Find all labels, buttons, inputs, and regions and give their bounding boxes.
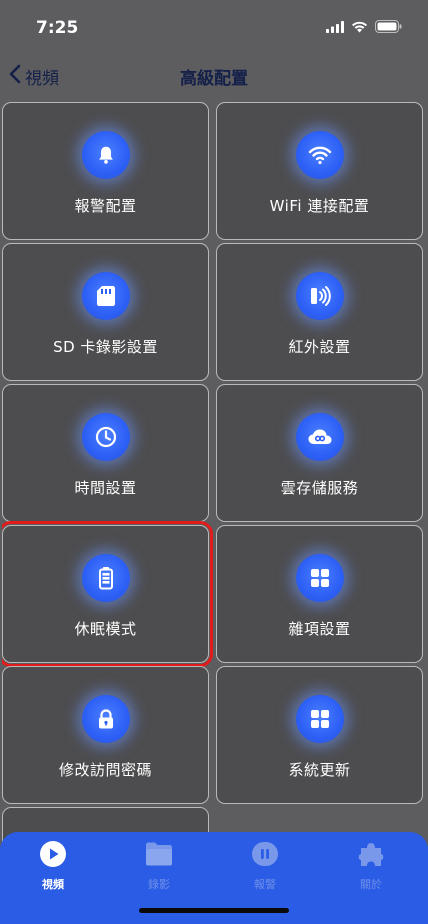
- tab-alarm[interactable]: 報警: [235, 840, 295, 896]
- status-time: 7:25: [36, 18, 79, 38]
- tab-video[interactable]: 視頻: [23, 840, 83, 896]
- infrared-icon: [295, 272, 344, 320]
- puzzle-icon: [357, 840, 385, 872]
- clock-icon: [81, 413, 130, 461]
- cloud-icon: [295, 413, 344, 461]
- tile-change-password[interactable]: 修改訪問密碼: [2, 666, 209, 804]
- cellular-signal-icon: [326, 18, 344, 37]
- tab-label: 錄影: [148, 878, 170, 891]
- tile-label: WiFi 連接配置: [269, 197, 370, 215]
- grid-icon: [295, 554, 344, 602]
- wifi-icon: [295, 131, 344, 179]
- wifi-status-icon: [351, 18, 368, 37]
- tile-label: 系統更新: [288, 761, 351, 779]
- tab-about[interactable]: 關於: [341, 840, 401, 896]
- tile-sleep-mode[interactable]: 休眠模式: [2, 521, 213, 667]
- lock-icon: [81, 695, 130, 743]
- page-title: 高級配置: [180, 69, 248, 89]
- tile-label: 休眠模式: [74, 620, 137, 638]
- tile-label: SD 卡錄影設置: [53, 338, 158, 356]
- tile-label: 雲存儲服務: [280, 479, 359, 497]
- tile-misc-settings[interactable]: 雜項設置: [216, 525, 423, 663]
- tab-recording[interactable]: 錄影: [129, 840, 189, 896]
- tile-system-update[interactable]: 系統更新: [216, 666, 423, 804]
- tile-label: 報警配置: [74, 197, 137, 215]
- battery-icon: [81, 554, 130, 602]
- tile-label: 紅外設置: [288, 338, 351, 356]
- navigation-bar: 視頻 高級配置: [0, 54, 428, 98]
- tile-cloud-storage[interactable]: 雲存儲服務: [216, 384, 423, 522]
- tile-label: 時間設置: [74, 479, 137, 497]
- grid-icon: [295, 695, 344, 743]
- tile-wifi-config[interactable]: WiFi 連接配置: [216, 102, 423, 240]
- bell-icon: [81, 131, 130, 179]
- tile-alarm-config[interactable]: 報警配置: [2, 102, 209, 240]
- alarm-icon: [250, 840, 280, 872]
- tile-time-settings[interactable]: 時間設置: [2, 384, 209, 522]
- settings-grid: 報警配置 WiFi 連接配置 SD 卡錄影設置 紅外設置 時間設置 雲存儲服務: [2, 102, 426, 842]
- home-indicator: [139, 908, 289, 913]
- status-icons: [326, 18, 402, 37]
- tile-label: 雜項設置: [288, 620, 351, 638]
- tab-label: 報警: [254, 878, 276, 891]
- folder-icon: [144, 840, 174, 872]
- play-icon: [39, 840, 67, 872]
- battery-status-icon: [375, 18, 402, 37]
- tab-label: 關於: [360, 878, 382, 891]
- sd-card-icon: [81, 272, 130, 320]
- tile-label: 修改訪問密碼: [58, 761, 152, 779]
- status-bar: 7:25: [0, 0, 428, 54]
- tile-sd-card-recording[interactable]: SD 卡錄影設置: [2, 243, 209, 381]
- tile-infrared-settings[interactable]: 紅外設置: [216, 243, 423, 381]
- tab-label: 視頻: [42, 878, 64, 891]
